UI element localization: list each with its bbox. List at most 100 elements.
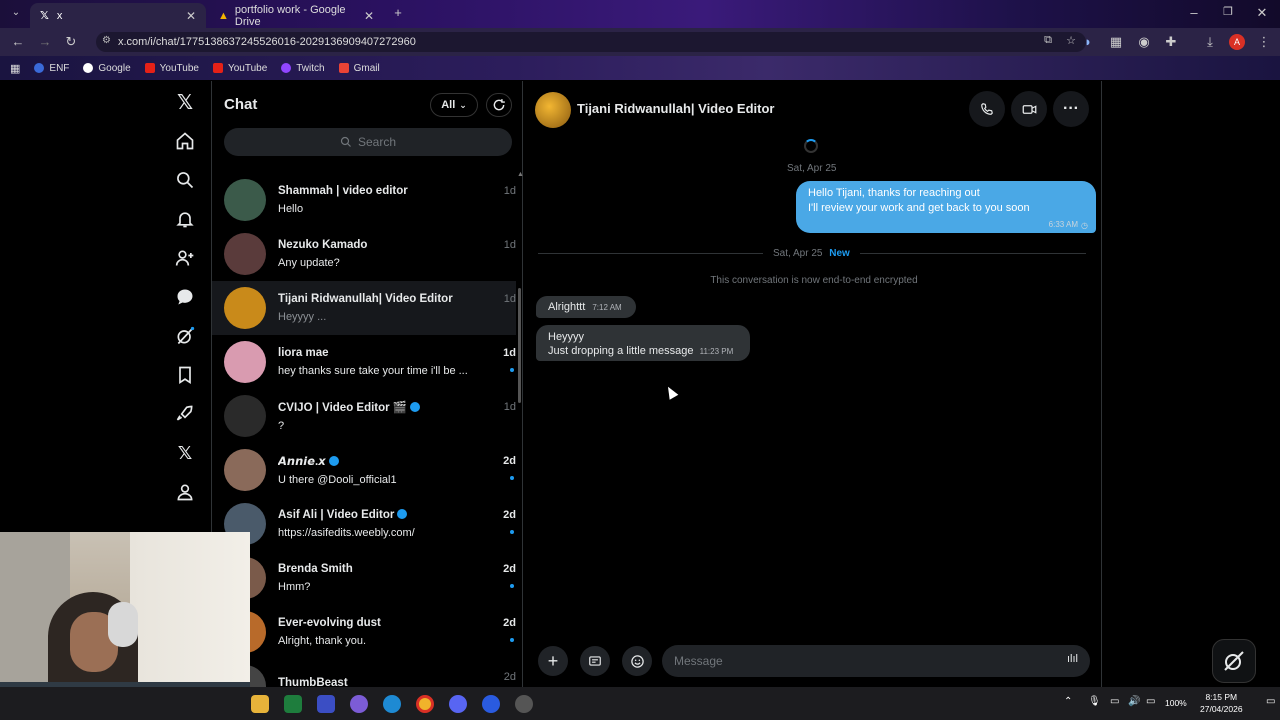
scroll-thumb[interactable]: [518, 288, 521, 403]
excel-icon[interactable]: [284, 695, 302, 713]
profile-icon[interactable]: [173, 480, 197, 504]
edge-icon[interactable]: [383, 695, 401, 713]
app-icon[interactable]: [317, 695, 335, 713]
tab-search-icon[interactable]: ⌄: [8, 7, 24, 18]
more-horizontal-icon: ···: [1063, 100, 1079, 117]
conversation-preview: ?: [278, 420, 285, 432]
window-close-icon[interactable]: ✕: [1254, 5, 1270, 21]
file-explorer-icon[interactable]: [251, 695, 269, 713]
conversation-row[interactable]: Tijani Ridwanullah| Video Editor Heyyyy .…: [212, 281, 516, 335]
close-tab-icon[interactable]: ✕: [186, 9, 196, 23]
conversation-row[interactable]: ThumbBeast 2d: [212, 659, 516, 687]
conversation-row[interactable]: Shammah | video editor Hello 1d: [212, 173, 516, 227]
add-attachment-button[interactable]: +: [538, 646, 568, 676]
avatar[interactable]: [535, 92, 571, 128]
x-home-logo-icon[interactable]: 𝕏: [173, 90, 197, 114]
network-icon[interactable]: ▭: [1110, 696, 1119, 707]
conversation-text: CVIJO | Video Editor 🎬?: [278, 400, 500, 432]
message-composer: + Message ılıl: [524, 641, 1102, 681]
app-icon[interactable]: [482, 695, 500, 713]
premium-x-icon[interactable]: 𝕏: [173, 441, 197, 465]
unread-dot-icon: [510, 368, 514, 372]
explore-search-icon[interactable]: [173, 168, 197, 192]
conversation-row[interactable]: CVIJO | Video Editor 🎬? 1d: [212, 389, 516, 443]
chat-filter-dropdown[interactable]: All ⌄: [430, 93, 478, 117]
profile-avatar[interactable]: A: [1229, 34, 1245, 50]
outgoing-message-bubble[interactable]: Hello Tijani, thanks for reaching out I'…: [796, 181, 1096, 233]
tab-x[interactable]: 𝕏 x ✕: [30, 3, 206, 28]
conversation-row[interactable]: 𝘼𝙣𝙣𝙞𝙚.𝙭 U there @Dooli_official1 2d: [212, 443, 516, 497]
read-aloud-icon[interactable]: ◗: [1080, 34, 1096, 49]
conversation-row[interactable]: Brenda Smith Hmm? 2d: [212, 551, 516, 605]
new-tab-icon[interactable]: +: [390, 5, 406, 20]
conversation-row[interactable]: Asif Ali | Video Editor https://asifedits…: [212, 497, 516, 551]
voice-message-icon[interactable]: ılıl: [1067, 653, 1078, 665]
volume-icon[interactable]: 🔊: [1128, 696, 1140, 707]
chat-bubble-icon[interactable]: [173, 285, 197, 309]
new-chat-button[interactable]: [486, 93, 512, 117]
scroll-up-arrow-icon[interactable]: ▲: [517, 171, 524, 178]
bookmark-item[interactable]: ENF: [34, 63, 69, 74]
forward-icon[interactable]: →: [37, 34, 53, 49]
more-options-button[interactable]: ···: [1053, 91, 1089, 127]
discord-icon[interactable]: [449, 695, 467, 713]
jobs-rocket-icon[interactable]: [173, 402, 197, 426]
incoming-message-bubble[interactable]: Heyyyy Just dropping a little message 11…: [536, 325, 750, 361]
home-icon[interactable]: [173, 129, 197, 153]
avatar: [224, 179, 266, 221]
menu-kebab-icon[interactable]: ⋮: [1256, 34, 1272, 50]
reload-icon[interactable]: ↻: [63, 34, 79, 50]
read-receipt-icon: ◷: [1081, 221, 1088, 230]
download-icon[interactable]: ⤓: [1202, 34, 1218, 50]
minimize-icon[interactable]: –: [1186, 5, 1202, 20]
app-icon[interactable]: [350, 695, 368, 713]
voice-call-button[interactable]: [969, 91, 1005, 127]
grok-icon[interactable]: [173, 324, 197, 348]
install-app-icon[interactable]: ⧉: [1044, 34, 1052, 47]
headphones-icon: [108, 602, 138, 647]
conversation-text: Tijani Ridwanullah| Video Editor Heyyyy .…: [278, 293, 500, 323]
microphone-icon[interactable]: 🎙: [1088, 696, 1101, 707]
apps-grid-icon[interactable]: ▦: [10, 62, 20, 75]
search-input[interactable]: Search: [224, 128, 512, 156]
clock[interactable]: 8:15 PM 27/04/2026: [1200, 691, 1243, 715]
notifications-bell-icon[interactable]: [173, 207, 197, 231]
conversation-preview: Hello: [278, 203, 304, 215]
chat-list-scrollbar[interactable]: ▲: [517, 171, 524, 687]
conversation-row[interactable]: liora mae hey thanks sure take your time …: [212, 335, 516, 389]
conversation-title[interactable]: Tijani Ridwanullah| Video Editor: [577, 101, 774, 116]
bookmark-item[interactable]: YouTube: [144, 63, 199, 74]
video-call-button[interactable]: [1011, 91, 1047, 127]
close-tab-icon[interactable]: ✕: [364, 9, 374, 23]
tray-chevron-icon[interactable]: ⌃: [1064, 696, 1072, 707]
battery-icon[interactable]: ▭: [1146, 696, 1155, 707]
bookmark-item[interactable]: YouTube: [212, 63, 267, 74]
chrome-icon[interactable]: [416, 695, 434, 713]
message-timestamp: 7:12 AM: [592, 303, 622, 312]
bookmark-star-icon[interactable]: ☆: [1066, 34, 1076, 47]
notifications-icon[interactable]: ▭: [1266, 696, 1275, 707]
conversation-time: 1d: [503, 347, 516, 359]
settings-icon[interactable]: [515, 695, 533, 713]
bookmarks-icon[interactable]: [173, 363, 197, 387]
extensions-puzzle-icon[interactable]: ✚: [1163, 34, 1179, 50]
follow-add-user-icon[interactable]: [173, 246, 197, 270]
grok-floating-button[interactable]: [1212, 639, 1256, 683]
message-input[interactable]: Message ılıl: [662, 645, 1090, 677]
back-icon[interactable]: ←: [10, 34, 26, 49]
maximize-icon[interactable]: ❐: [1220, 5, 1236, 18]
bookmark-item[interactable]: Twitch: [281, 63, 325, 74]
extension-icon[interactable]: ◉: [1136, 34, 1152, 50]
bookmark-item[interactable]: Gmail: [338, 63, 380, 74]
bookmark-item[interactable]: Google: [83, 63, 131, 74]
incoming-message-bubble[interactable]: Alrighttt 7:12 AM: [536, 296, 636, 318]
conversation-row[interactable]: Nezuko Kamado Any update? 1d: [212, 227, 516, 281]
url-field[interactable]: ⚙ x.com/i/chat/1775138637245526016-20291…: [96, 32, 1086, 52]
conversation-row[interactable]: Ever-evolving dust Alright, thank you. 2d: [212, 605, 516, 659]
extension-icon[interactable]: ▦: [1108, 34, 1124, 50]
tab-google-drive[interactable]: ▲ portfolio work - Google Drive ✕: [208, 3, 384, 28]
conversation-name: Tijani Ridwanullah| Video Editor: [278, 293, 453, 305]
emoji-button[interactable]: [622, 646, 652, 676]
gif-button[interactable]: [580, 646, 610, 676]
site-info-icon[interactable]: ⚙: [102, 35, 111, 46]
